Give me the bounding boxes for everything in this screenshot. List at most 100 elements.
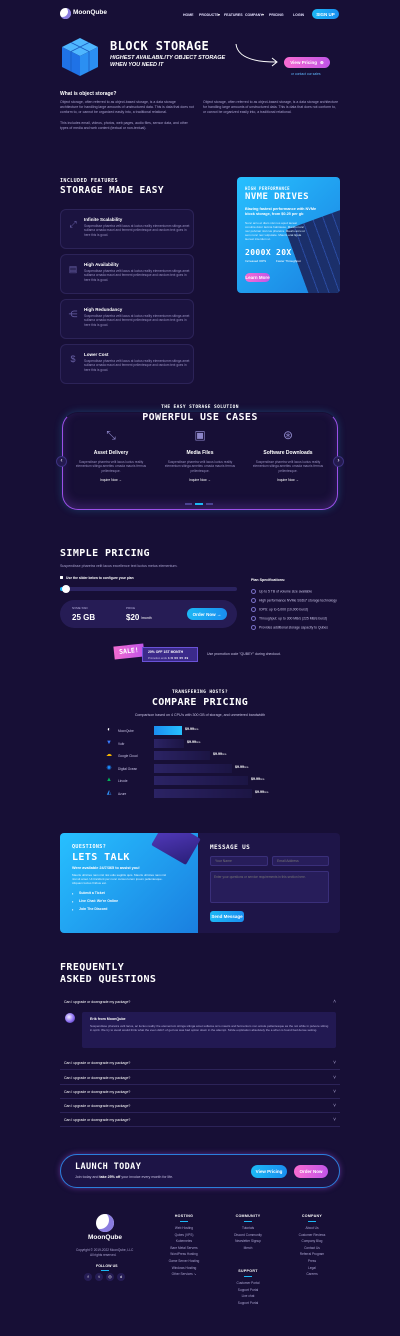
carousel-prev-button[interactable]: ‹ (56, 456, 67, 467)
about-paragraph-3: Object storage, often referred to as obj… (203, 100, 339, 114)
footer-link-list: Tutorials Discord Community Newsletter Sig… (226, 1225, 270, 1251)
faq-question[interactable]: Can I upgrade or downgrade my package? (64, 1076, 130, 1080)
chevron-down-icon[interactable]: ˅ (333, 1117, 336, 1123)
footer-link[interactable]: Merch (226, 1245, 270, 1252)
chevron-down-icon[interactable]: ˅ (333, 1089, 336, 1095)
carousel-dot[interactable] (185, 503, 192, 505)
answer-text: Suspendisse pharetra velit lacus, ac luc… (90, 1024, 329, 1032)
nav-company[interactable]: COMPANY (245, 13, 263, 17)
faq-item-open[interactable]: Can I upgrade or downgrade my package? ˄ (60, 997, 340, 1009)
footer-link[interactable]: Other Services ↘ (164, 1271, 204, 1278)
nav-home[interactable]: HOME (183, 13, 194, 17)
faq-item[interactable]: Can I upgrade or downgrade my package? ˅ (60, 1115, 340, 1127)
feature-title: Lower Cost (84, 352, 109, 357)
faq-question[interactable]: Can I upgrade or downgrade my package? (64, 1118, 130, 1122)
usecase-card: ⤡ Asset Delivery Suspendisse pharetra ve… (71, 428, 151, 482)
live-chat-link[interactable]: Live Chat: We're Online (79, 899, 118, 903)
footer-link[interactable]: Qubes (VPS) (164, 1232, 204, 1239)
nvme-title: NVME DRIVES (245, 192, 310, 202)
footer-link[interactable]: Discord Community (226, 1232, 270, 1239)
footer-link[interactable]: Kubernetes (164, 1238, 204, 1245)
features-kicker: INCLUDED FEATURES (60, 178, 118, 184)
footer-community: COMMUNITY Tutorials Discord Community News… (226, 1214, 270, 1251)
about-paragraph-2: This includes email, videos, photos, web… (60, 121, 188, 130)
plan-slider[interactable] (60, 584, 237, 593)
dollar-circle-icon: $ (70, 354, 76, 364)
faq-item[interactable]: Can I upgrade or downgrade my package? ˅ (60, 1058, 340, 1070)
nav-login[interactable]: LOGIN (293, 13, 304, 17)
footer-link[interactable]: Support Portal (226, 1287, 270, 1294)
footer-link[interactable]: Company Blog (290, 1238, 334, 1245)
faq-question[interactable]: Can I upgrade or downgrade my package? (64, 1061, 130, 1065)
footer-link[interactable]: Contact Us (290, 1245, 334, 1252)
chevron-down-icon[interactable]: ˅ (333, 1060, 336, 1066)
name-field[interactable] (210, 856, 268, 866)
moonqube-icon: ◐ (107, 727, 111, 733)
footer-logo-icon (96, 1214, 114, 1232)
discord-social-icon[interactable]: d (117, 1273, 125, 1281)
order-now-button[interactable]: Order Now → (187, 608, 227, 620)
learn-more-button[interactable]: Learn More (245, 273, 270, 282)
footer-link[interactable]: Newsletter Signup (226, 1238, 270, 1245)
checkbox-icon[interactable] (60, 576, 63, 579)
message-field[interactable] (210, 871, 329, 903)
footer-company: COMPANY About Us Customer Reviews Company … (290, 1214, 334, 1278)
facebook-icon[interactable]: f (84, 1273, 92, 1281)
carousel-dot-active[interactable] (195, 503, 203, 505)
nav-features[interactable]: FEATURES (224, 13, 243, 17)
footer-link[interactable]: Legal (290, 1265, 334, 1272)
nav-pricing[interactable]: PRICING (269, 13, 284, 17)
spec-item: Throughput: up to 300 MB/s (225 MB/s bur… (251, 616, 327, 621)
faq-question[interactable]: Can I upgrade or downgrade my package? (64, 1104, 130, 1108)
footer-link[interactable]: WordPress Hosting (164, 1251, 204, 1258)
chevron-up-icon[interactable]: ˄ (333, 999, 336, 1005)
specs-title: Plan Specifications: (251, 578, 286, 582)
footer-link[interactable]: Live chat (226, 1293, 270, 1300)
slider-handle[interactable] (61, 584, 70, 593)
footer-link[interactable]: Customer Reviews (290, 1232, 334, 1239)
footer-link[interactable]: Windows Hosting (164, 1265, 204, 1272)
footer-link[interactable]: Support Portal (226, 1300, 270, 1307)
faq-item[interactable]: Can I upgrade or downgrade my package? ˅ (60, 1073, 340, 1085)
feature-card: $ Lower Cost Suspendisse pharetra velit … (60, 344, 194, 384)
faq-item[interactable]: Can I upgrade or downgrade my package? ˅ (60, 1101, 340, 1113)
envelope-icon (151, 833, 201, 865)
footer-link[interactable]: Bare Metal Servers (164, 1245, 204, 1252)
faq-item[interactable]: Can I upgrade or downgrade my package? ˅ (60, 1087, 340, 1099)
carousel-next-button[interactable]: › (333, 456, 344, 467)
discord-link[interactable]: Join The Discord (79, 907, 107, 911)
compare-kicker: TRANSFERING HOSTS? (172, 690, 228, 695)
footer-link[interactable]: Referral Program (290, 1251, 334, 1258)
footer-link[interactable]: Web Hosting (164, 1225, 204, 1232)
send-message-button[interactable]: Send Message (210, 911, 244, 922)
footer-link[interactable]: Press (290, 1258, 334, 1265)
email-field[interactable] (272, 856, 329, 866)
follow-us-label: FOLLOW US (96, 1264, 118, 1268)
signup-button[interactable]: SIGN UP (312, 9, 339, 19)
chevron-down-icon[interactable]: ˅ (333, 1103, 336, 1109)
launch-view-pricing-button[interactable]: View Pricing (251, 1165, 287, 1178)
instagram-icon[interactable]: ◎ (106, 1273, 114, 1281)
footer-link[interactable]: Careers (290, 1271, 334, 1278)
submit-ticket-link[interactable]: Submit a Ticket (79, 891, 105, 895)
view-pricing-button[interactable]: View Pricing ⊕ (284, 57, 330, 68)
launch-order-now-button[interactable]: Order Now (294, 1165, 328, 1178)
brand-name[interactable]: MoonQube (73, 9, 107, 16)
carousel-dot[interactable] (206, 503, 213, 505)
nav-products[interactable]: PRODUCTS (199, 13, 219, 17)
inquire-link[interactable]: Inquire Now → (248, 478, 328, 482)
usecase-title: Asset Delivery (93, 450, 129, 456)
footer-link[interactable]: Tutorials (226, 1225, 270, 1232)
contact-sales-link[interactable]: or contact our sales (291, 72, 321, 76)
footer-link[interactable]: Customer Portal (226, 1280, 270, 1287)
faq-question[interactable]: Can I upgrade or downgrade my package? (64, 1090, 130, 1094)
faq-question[interactable]: Can I upgrade or downgrade my package? (64, 1000, 130, 1004)
footer-link[interactable]: Game Server Hosting (164, 1258, 204, 1265)
inquire-link[interactable]: Inquire Now → (71, 478, 151, 482)
twitter-icon[interactable]: t (95, 1273, 103, 1281)
inquire-link[interactable]: Inquire Now → (160, 478, 240, 482)
faq-answer-box: Erik from MoonQube Suspendisse pharetra … (82, 1012, 336, 1048)
chevron-down-icon[interactable]: ˅ (333, 1075, 336, 1081)
brand-logo-icon[interactable] (60, 8, 71, 19)
footer-link[interactable]: About Us (290, 1225, 334, 1232)
